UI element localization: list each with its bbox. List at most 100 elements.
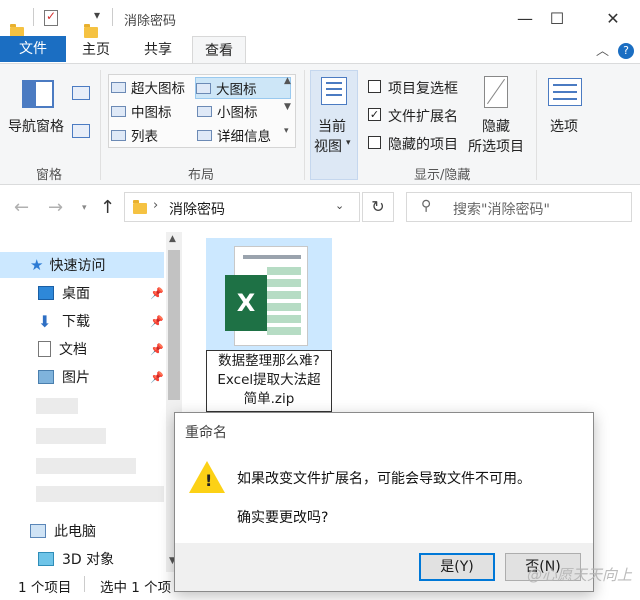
tab-home[interactable]: 主页	[82, 36, 110, 64]
tab-file[interactable]: 文件	[0, 36, 66, 62]
pin-icon[interactable]: 📌	[150, 343, 164, 356]
gallery-up-icon[interactable]: ▲	[284, 76, 291, 86]
excel-badge: X	[225, 275, 267, 331]
sidebar-item-documents[interactable]: 文档 📌	[0, 336, 164, 362]
back-icon[interactable]: ←	[14, 197, 29, 218]
sidebar-item-label: 3D 对象	[62, 552, 115, 568]
up-icon[interactable]: ↑	[100, 197, 115, 218]
dialog-message: 如果改变文件扩展名，可能会导致文件不可用。	[237, 471, 531, 487]
tab-view[interactable]: 查看	[192, 36, 246, 64]
chevron-down-icon[interactable]: ⌄	[335, 199, 344, 212]
properties-icon[interactable]: ✓	[44, 9, 58, 26]
warning-exclamation: !	[205, 471, 213, 490]
scrollbar-thumb[interactable]	[168, 250, 180, 400]
layout-details[interactable]: 详细信息	[197, 125, 291, 145]
selected-count: 选中 1 个项	[100, 580, 172, 596]
file-name-editor[interactable]: 数据整理那么难? Excel提取大法超 简单.zip	[206, 350, 332, 412]
hide-selected-label-1: 隐藏	[482, 119, 510, 135]
sidebar-item-label: 快速访问	[49, 258, 106, 274]
small-icons-icon	[197, 105, 212, 117]
layout-large[interactable]: 大图标	[195, 77, 291, 99]
blurred-item	[36, 458, 136, 474]
current-view-label-1: 当前	[318, 119, 346, 135]
sidebar-item-pictures[interactable]: 图片 📌	[0, 364, 164, 390]
layout-extra-large[interactable]: 超大图标	[111, 77, 195, 97]
item-checkbox-label: 项目复选框	[388, 81, 458, 97]
desktop-icon	[38, 286, 54, 300]
pictures-icon	[38, 370, 54, 384]
details-icon	[197, 129, 212, 141]
ribbon-separator	[100, 70, 101, 180]
sidebar-item-label: 图片	[62, 370, 90, 386]
title-bar: ✓ ▾ 消除密码 — ☐ ✕	[0, 0, 640, 38]
sidebar-item-label: 文档	[59, 342, 87, 358]
hidden-items-label: 隐藏的项目	[388, 137, 458, 153]
qat-dropdown[interactable]: ▾	[94, 8, 100, 22]
sidebar-item-label: 此电脑	[54, 524, 96, 540]
sidebar-item-downloads[interactable]: ⬇ 下载 📌	[0, 308, 164, 334]
preview-pane-icon[interactable]	[72, 86, 90, 100]
help-icon[interactable]: ?	[618, 43, 634, 59]
sidebar-item-desktop[interactable]: 桌面 📌	[0, 280, 164, 306]
sidebar-item-this-pc[interactable]: 此电脑	[0, 518, 164, 544]
download-icon: ⬇	[38, 311, 52, 331]
recent-locations-icon[interactable]: ▾	[82, 203, 87, 213]
computer-icon	[30, 524, 46, 538]
collapse-ribbon-icon[interactable]: ︿	[596, 38, 609, 66]
window-title: 消除密码	[124, 14, 177, 29]
address-bar[interactable]: › 消除密码 ⌄	[124, 192, 360, 222]
search-icon: ⚲	[421, 198, 432, 214]
blurred-item	[36, 486, 164, 502]
item-count: 1 个项目	[18, 580, 72, 596]
sidebar-item-quick-access[interactable]: ★ 快速访问	[0, 252, 164, 278]
layout-label: 详细信息	[217, 129, 271, 145]
blurred-item	[36, 428, 106, 444]
yes-button[interactable]: 是(Y)	[419, 553, 495, 581]
pin-icon[interactable]: 📌	[150, 315, 164, 328]
item-checkbox-toggle[interactable]	[368, 80, 381, 93]
navigation-pane: ★ 快速访问 桌面 📌 ⬇ 下载 📌 文档 📌 图片 📌 此电脑 3D 对象	[0, 232, 182, 572]
pin-icon[interactable]: 📌	[150, 371, 164, 384]
breadcrumb[interactable]: 消除密码	[169, 199, 225, 219]
layout-medium[interactable]: 中图标	[111, 101, 195, 121]
search-input[interactable]: 搜索"消除密码"	[453, 199, 550, 219]
divider	[33, 8, 34, 26]
watermark: @心愿天天向上	[526, 566, 632, 584]
nav-pane-label: 导航窗格	[8, 119, 64, 135]
maximize-button[interactable]: ☐	[534, 0, 580, 36]
sidebar-item-3d-objects[interactable]: 3D 对象	[0, 546, 164, 572]
file-extension-checkbox[interactable]: ✓	[368, 108, 381, 121]
scroll-up-icon[interactable]: ▲	[169, 234, 176, 244]
close-button[interactable]: ✕	[590, 0, 636, 36]
sidebar-item-label: 下载	[62, 314, 90, 330]
hidden-items-checkbox[interactable]	[368, 136, 381, 149]
layout-list[interactable]: 列表	[111, 125, 195, 145]
divider	[84, 576, 85, 592]
file-name-line: 简单.zip	[243, 391, 295, 407]
ribbon-separator	[536, 70, 537, 180]
divider	[112, 8, 113, 26]
layout-small[interactable]: 小图标	[197, 101, 291, 121]
layout-group-label: 布局	[188, 168, 215, 183]
gallery-down-icon[interactable]: ▼	[284, 102, 291, 112]
tab-share[interactable]: 共享	[144, 36, 172, 64]
folder-icon	[133, 200, 147, 214]
pin-icon[interactable]: 📌	[150, 287, 164, 300]
gallery-more-icon[interactable]: ▾	[284, 126, 289, 136]
current-view-icon	[321, 77, 347, 105]
dialog-question: 确实要更改吗?	[237, 510, 329, 526]
nav-pane-icon	[22, 80, 54, 108]
search-box[interactable]: ⚲ 搜索"消除密码"	[406, 192, 632, 222]
refresh-button[interactable]: ↻	[362, 192, 394, 222]
pane-group-label: 窗格	[36, 168, 63, 183]
chevron-down-icon: ▾	[346, 138, 351, 148]
document-icon	[38, 341, 51, 357]
star-icon: ★	[30, 256, 44, 274]
forward-icon[interactable]: →	[48, 197, 63, 218]
cube-icon	[38, 552, 54, 566]
breadcrumb-separator-icon: ›	[153, 198, 159, 213]
details-pane-icon[interactable]	[72, 124, 90, 138]
file-name-line: 数据整理那么难?	[218, 353, 320, 369]
excel-file-icon: X	[225, 246, 308, 346]
options-icon[interactable]	[548, 78, 582, 106]
